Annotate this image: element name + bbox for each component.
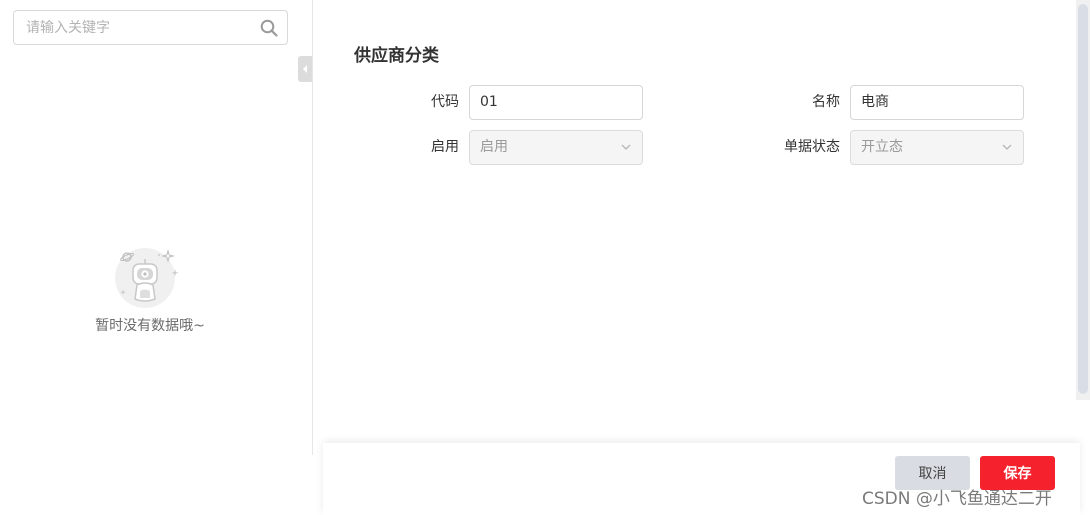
enabled-label: 启用 xyxy=(431,139,459,155)
section-title: 供应商分类 xyxy=(354,46,439,66)
empty-robot-illustration xyxy=(115,248,179,308)
code-input[interactable]: 01 xyxy=(469,85,643,120)
enabled-select[interactable]: 启用 xyxy=(469,130,643,165)
empty-state: 暂时没有数据哦~ xyxy=(60,245,240,335)
doc-status-select[interactable]: 开立态 xyxy=(850,130,1024,165)
collapse-handle[interactable] xyxy=(298,56,312,82)
name-label: 名称 xyxy=(812,94,840,110)
caret-left-icon xyxy=(303,65,307,73)
app-root: 暂时没有数据哦~ 供应商分类 代码 01 名称 电商 启用 启用 单据状态 开立… xyxy=(0,0,1090,515)
watermark: CSDN @小飞鱼通达二开 xyxy=(862,489,1052,509)
name-input[interactable]: 电商 xyxy=(850,85,1024,120)
empty-text: 暂时没有数据哦~ xyxy=(95,318,205,334)
search-icon[interactable] xyxy=(260,19,278,37)
enabled-select-value: 启用 xyxy=(480,139,508,155)
vertical-scrollbar[interactable] xyxy=(1076,0,1090,400)
code-label: 代码 xyxy=(431,94,459,110)
tree-panel: 暂时没有数据哦~ xyxy=(0,0,313,455)
search-box xyxy=(13,10,288,45)
form-panel: 供应商分类 代码 01 名称 电商 启用 启用 单据状态 开立态 取消 保存 xyxy=(314,0,1090,515)
scrollbar-thumb[interactable] xyxy=(1078,4,1088,394)
search-input[interactable] xyxy=(14,11,254,44)
chevron-down-icon xyxy=(1002,144,1012,150)
chevron-down-icon xyxy=(621,144,631,150)
doc-status-select-value: 开立态 xyxy=(861,139,903,155)
doc-status-label: 单据状态 xyxy=(784,139,840,155)
